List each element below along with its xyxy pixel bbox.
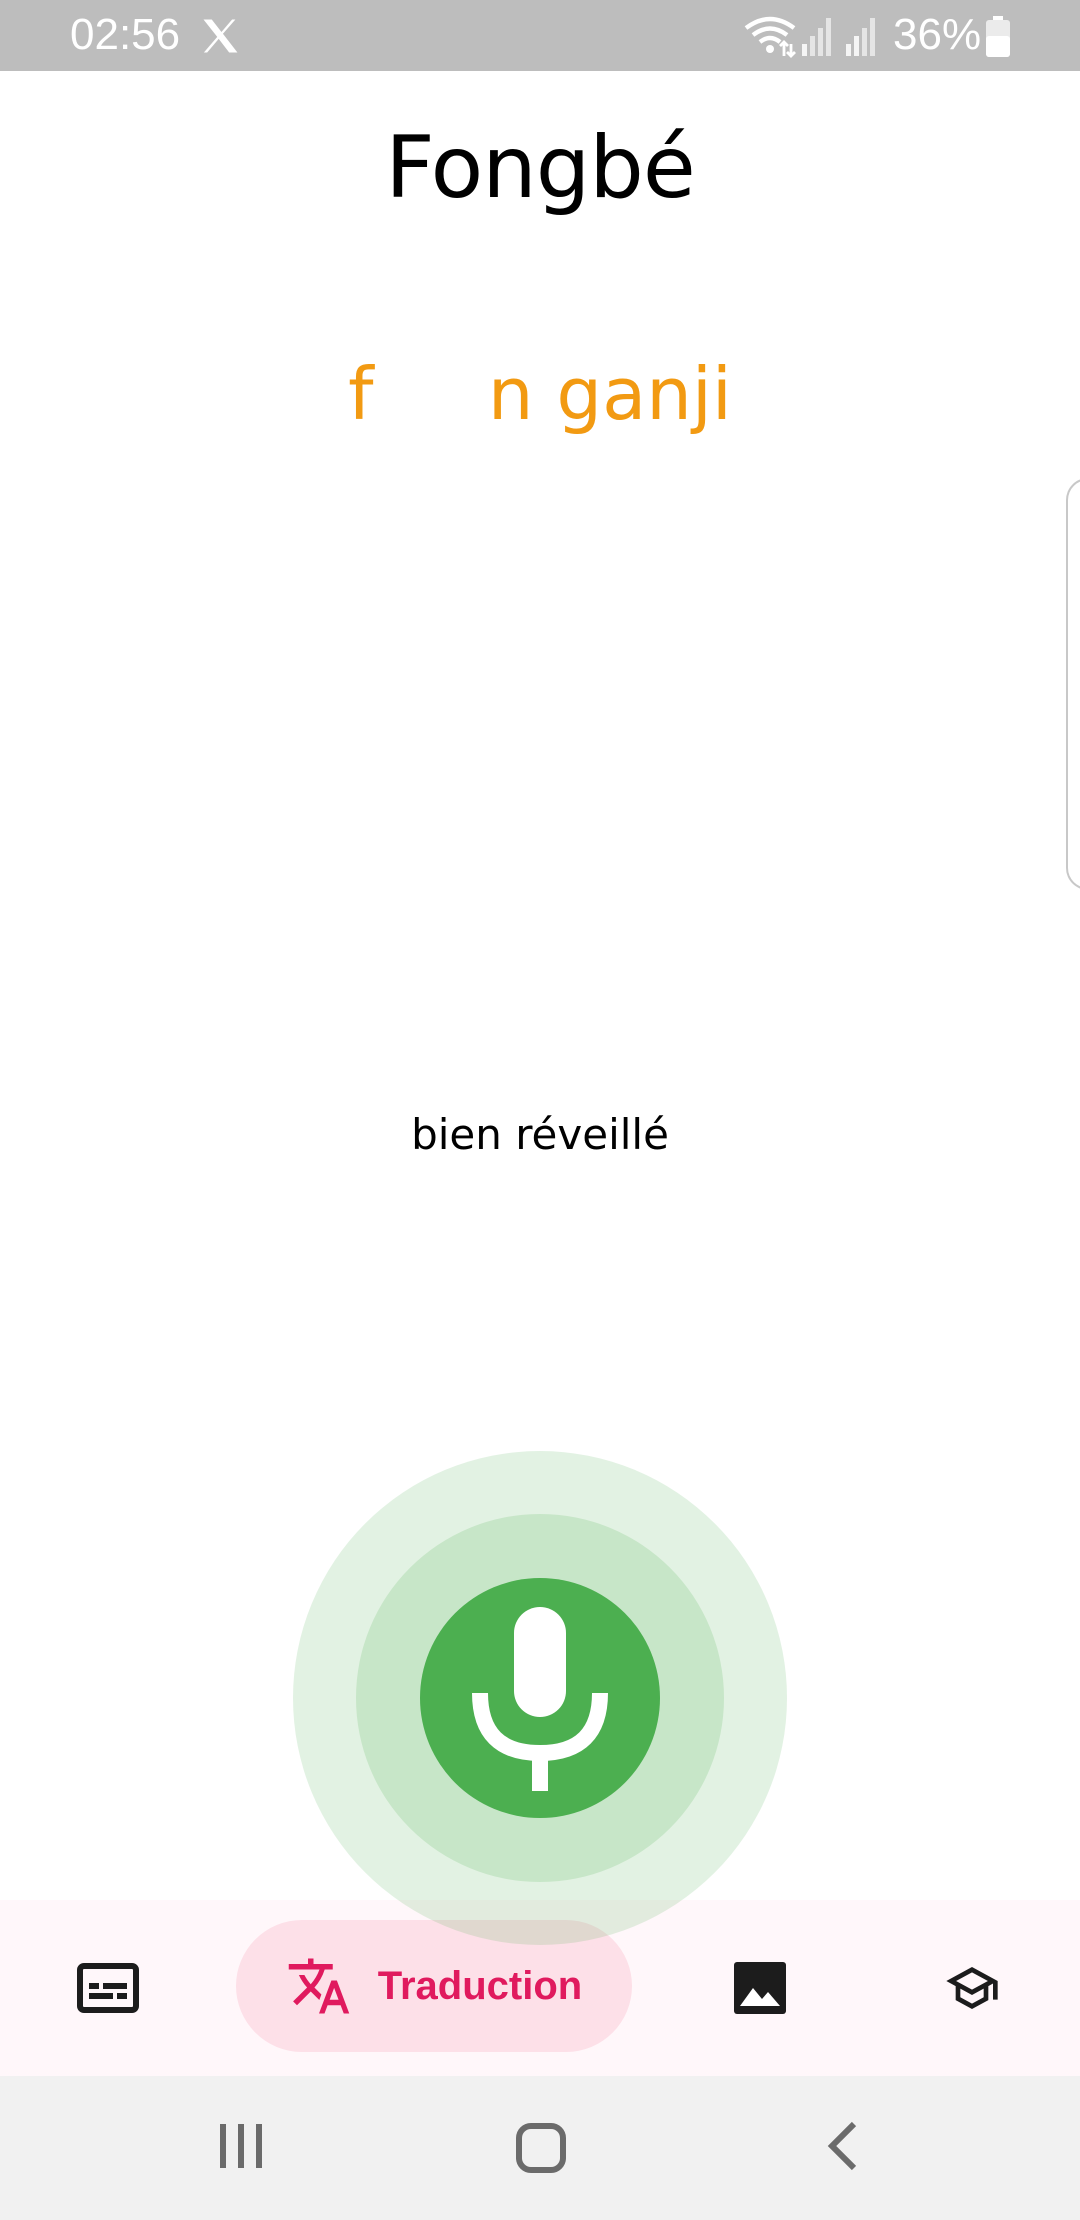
microphone-button[interactable]	[420, 1578, 660, 1818]
signal-icon	[802, 18, 831, 56]
wifi-icon	[744, 16, 796, 58]
battery-percentage: 36%	[893, 10, 982, 59]
home-icon[interactable]	[515, 2118, 567, 2174]
back-icon[interactable]	[824, 2118, 864, 2174]
nav-item-image[interactable]	[710, 1900, 810, 2076]
microphone-icon	[472, 1607, 608, 1791]
edge-panel-handle[interactable]	[1066, 478, 1080, 890]
recents-icon[interactable]	[216, 2118, 266, 2174]
school-icon	[946, 1967, 998, 2009]
nav-item-learn[interactable]	[922, 1900, 1022, 2076]
status-time: 02:56	[70, 10, 181, 59]
french-translation: bien réveillé	[411, 1110, 669, 1159]
signal-icon	[846, 18, 875, 56]
x-app-icon	[203, 19, 238, 53]
status-bar: 02:56 36%	[0, 0, 1080, 71]
image-icon	[734, 1962, 786, 2014]
fon-word: f n ganji	[348, 352, 732, 436]
nav-item-subtitles[interactable]	[58, 1900, 158, 2076]
nav-item-label: Traduction	[377, 1963, 583, 2008]
page-title: Fongbé	[385, 118, 696, 218]
battery-icon	[986, 16, 1010, 57]
system-navigation-bar	[0, 2076, 1080, 2220]
translate-icon	[288, 1958, 350, 2014]
subtitles-icon	[77, 1963, 139, 2013]
